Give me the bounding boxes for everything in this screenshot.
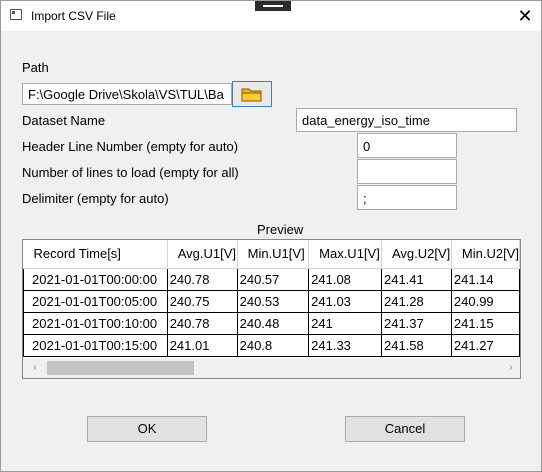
table-cell[interactable]: 241.03 xyxy=(308,289,382,313)
horizontal-scrollbar[interactable]: ‹ › xyxy=(23,358,520,378)
table-cell[interactable]: 241.41 xyxy=(380,267,452,291)
table-cell[interactable]: 241.27 xyxy=(450,333,520,357)
table-cell[interactable]: 240.53 xyxy=(236,289,310,313)
scroll-left-icon[interactable]: ‹ xyxy=(27,360,43,376)
ok-button[interactable]: OK xyxy=(87,416,207,442)
scroll-right-icon[interactable]: › xyxy=(503,360,519,376)
drag-handle[interactable] xyxy=(255,1,291,11)
delimiter-field[interactable]: ; xyxy=(357,185,457,210)
title-bar[interactable]: Import CSV File ✕ xyxy=(1,1,541,31)
app-window-icon xyxy=(10,9,22,20)
lines-to-load-label: Number of lines to load (empty for all) xyxy=(22,165,239,180)
preview-title: Preview xyxy=(257,222,304,237)
close-icon[interactable]: ✕ xyxy=(511,4,539,28)
delimiter-label: Delimiter (empty for auto) xyxy=(22,191,169,206)
table-row[interactable]: 2021-01-01T00:15:00 241.01 240.8 241.33 … xyxy=(23,333,520,357)
path-field[interactable]: F:\Google Drive\Skola\VS\TUL\Ba xyxy=(22,83,232,105)
preview-table: Record Time[s] Avg.U1[V] Min.U1[V] Max.U… xyxy=(23,240,520,357)
header-row: Record Time[s] Avg.U1[V] Min.U1[V] Max.U… xyxy=(23,240,520,269)
table-cell[interactable]: 241 xyxy=(308,311,382,335)
table-cell[interactable]: 241.15 xyxy=(450,311,520,335)
path-label: Path xyxy=(22,60,49,75)
table-cell[interactable]: 241.08 xyxy=(308,267,382,291)
column-header[interactable]: Max.U1[V] xyxy=(308,240,382,269)
column-header[interactable]: Avg.U1[V] xyxy=(167,240,238,269)
scrollbar-thumb[interactable] xyxy=(47,361,194,375)
browse-button[interactable] xyxy=(232,81,272,107)
table-cell[interactable]: 2021-01-01T00:00:00 xyxy=(23,267,168,291)
table-cell[interactable]: 241.58 xyxy=(380,333,452,357)
table-cell[interactable]: 2021-01-01T00:10:00 xyxy=(23,311,168,335)
table-cell[interactable]: 241.14 xyxy=(450,267,520,291)
table-cell[interactable]: 241.01 xyxy=(166,333,238,357)
table-row[interactable]: 2021-01-01T00:05:00 240.75 240.53 241.03… xyxy=(23,289,520,313)
preview-grid[interactable]: Record Time[s] Avg.U1[V] Min.U1[V] Max.U… xyxy=(22,239,521,379)
lines-to-load-field[interactable] xyxy=(357,159,457,184)
column-header[interactable]: Avg.U2[V] xyxy=(381,240,452,269)
table-cell[interactable]: 241.37 xyxy=(380,311,452,335)
table-cell[interactable]: 240.99 xyxy=(450,289,520,313)
header-line-field[interactable]: 0 xyxy=(357,133,457,158)
header-line-label: Header Line Number (empty for auto) xyxy=(22,139,239,154)
cancel-button[interactable]: Cancel xyxy=(345,416,465,442)
table-row[interactable]: 2021-01-01T00:10:00 240.78 240.48 241 24… xyxy=(23,311,520,335)
table-cell[interactable]: 241.33 xyxy=(308,333,382,357)
table-cell[interactable]: 2021-01-01T00:05:00 xyxy=(23,289,168,313)
table-cell[interactable]: 240.57 xyxy=(236,267,310,291)
table-cell[interactable]: 240.8 xyxy=(236,333,310,357)
dataset-name-field[interactable]: data_energy_iso_time xyxy=(296,108,517,132)
table-cell[interactable]: 241.28 xyxy=(380,289,452,313)
import-csv-dialog: Import CSV File ✕ Path F:\Google Drive\S… xyxy=(0,0,542,472)
table-cell[interactable]: 2021-01-01T00:15:00 xyxy=(23,333,168,357)
table-cell[interactable]: 240.78 xyxy=(166,311,238,335)
window-title: Import CSV File xyxy=(31,9,116,23)
column-header[interactable]: Min.U1[V] xyxy=(237,240,310,269)
table-cell[interactable]: 240.48 xyxy=(236,311,310,335)
table-cell[interactable]: 240.78 xyxy=(166,267,238,291)
dataset-name-label: Dataset Name xyxy=(22,113,106,128)
table-row[interactable]: 2021-01-01T00:00:00 240.78 240.57 241.08… xyxy=(23,267,520,291)
table-cell[interactable]: 240.75 xyxy=(166,289,238,313)
column-header[interactable]: Record Time[s] xyxy=(23,240,168,269)
column-header[interactable]: Min.U2[V] xyxy=(451,240,520,269)
folder-icon xyxy=(241,88,262,102)
